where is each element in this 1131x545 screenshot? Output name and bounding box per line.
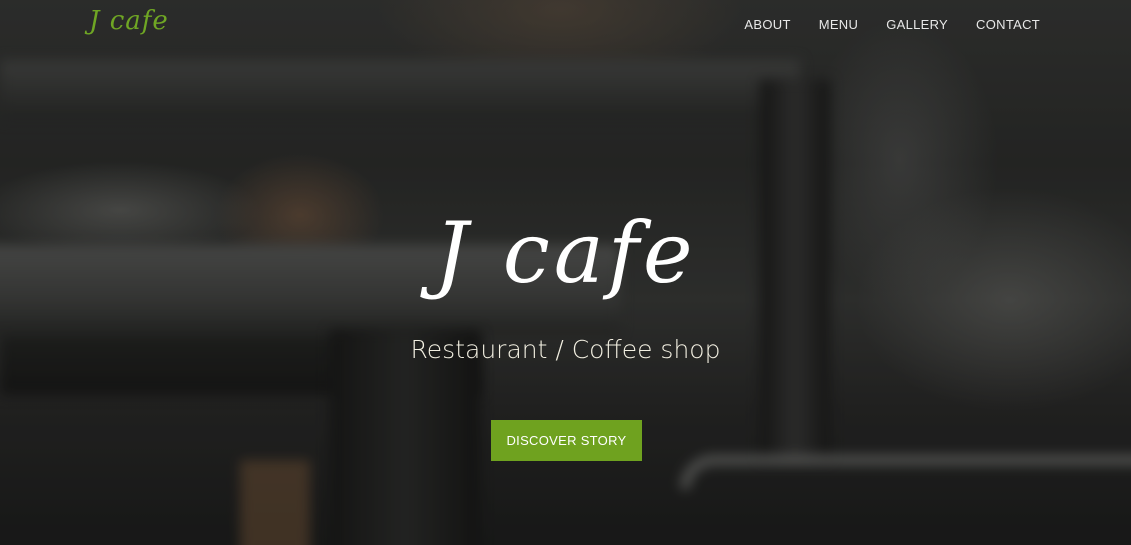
main-navigation: ABOUT MENU GALLERY CONTACT: [744, 17, 1040, 32]
nav-item-menu[interactable]: MENU: [819, 17, 858, 32]
nav-item-contact[interactable]: CONTACT: [976, 17, 1040, 32]
nav-item-about[interactable]: ABOUT: [744, 17, 790, 32]
nav-item-gallery[interactable]: GALLERY: [886, 17, 948, 32]
hero-section: J cafe ABOUT MENU GALLERY CONTACT J cafe…: [0, 0, 1131, 545]
hero-title: J cafe: [434, 204, 697, 302]
site-logo[interactable]: J cafe: [89, 6, 169, 36]
discover-story-button[interactable]: DISCOVER STORY: [491, 420, 642, 461]
hero-subtitle: Restaurant / Coffee shop: [410, 335, 721, 364]
